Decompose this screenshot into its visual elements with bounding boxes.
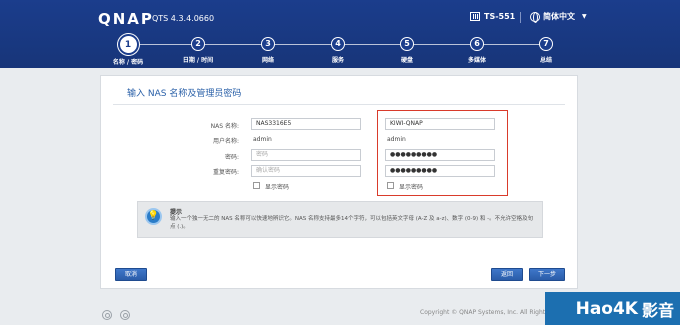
show-password-checkbox[interactable] bbox=[253, 182, 260, 189]
username-label: 用户名称: bbox=[212, 138, 239, 145]
step-label: 硬盘 bbox=[400, 57, 413, 64]
step-number: 4 bbox=[331, 37, 345, 51]
firmware-version: QTS 4.3.4.0660 bbox=[152, 14, 215, 23]
step-1: 1 名称 / 密码 bbox=[98, 36, 158, 66]
model-name: TS-551 bbox=[484, 12, 516, 21]
step-label: 服务 bbox=[331, 57, 344, 64]
chevron-down-icon: ▼ bbox=[582, 13, 587, 20]
qnap-logo: QNAP bbox=[98, 10, 154, 28]
password-label: 密码: bbox=[224, 154, 239, 161]
nas-name-label: NAS 名称: bbox=[210, 123, 239, 130]
tip-text: 输入一个独一无二的 NAS 名称可以快速地辨识它。NAS 名称支持最多14个字符… bbox=[170, 216, 534, 230]
tip-box: 💡 提示 输入一个独一无二的 NAS 名称可以快速地辨识它。NAS 名称支持最多… bbox=[137, 201, 543, 238]
header-divider bbox=[520, 12, 521, 23]
step-number: 2 bbox=[191, 37, 205, 51]
nas-device-icon bbox=[470, 12, 480, 21]
title-divider bbox=[113, 104, 565, 105]
step-3: 3 网络 bbox=[238, 36, 298, 64]
setup-card: 输入 NAS 名称及管理员密码 NAS 名称: 用户名称: 密码: 重复密码: … bbox=[100, 75, 578, 289]
confirm-password-field-filled[interactable]: ●●●●●●●●● bbox=[385, 165, 495, 177]
wizard-steps: 1 名称 / 密码 2 日期 / 时间 3 网络 4 服务 5 硬盘 6 多媒体… bbox=[0, 36, 680, 68]
cancel-button[interactable]: 取消 bbox=[115, 268, 147, 281]
step-number: 7 bbox=[539, 37, 553, 51]
step-label: 日期 / 时间 bbox=[182, 57, 214, 64]
show-password-label-right: 显示密码 bbox=[399, 184, 424, 191]
lightbulb-icon: 💡 bbox=[145, 208, 162, 225]
show-password-label: 显示密码 bbox=[265, 184, 290, 191]
language-label: 简体中文 bbox=[543, 12, 575, 21]
step-2: 2 日期 / 时间 bbox=[168, 36, 228, 64]
step-number: 1 bbox=[119, 36, 137, 53]
nas-name-field[interactable]: NAS3316E5 bbox=[251, 118, 361, 130]
help-icon[interactable] bbox=[120, 310, 130, 320]
step-label: 名称 / 密码 bbox=[112, 59, 144, 66]
confirm-password-field[interactable]: 确认密码 bbox=[251, 165, 361, 177]
model-indicator: TS-551 bbox=[470, 12, 515, 21]
back-button[interactable]: 返回 bbox=[491, 268, 523, 281]
globe-icon bbox=[530, 11, 540, 23]
next-button[interactable]: 下一步 bbox=[529, 268, 565, 281]
show-password-checkbox-right[interactable] bbox=[387, 182, 394, 189]
step-number: 6 bbox=[470, 37, 484, 51]
settings-icon[interactable] bbox=[102, 310, 112, 320]
step-6: 6 多媒体 bbox=[447, 36, 507, 64]
step-label: 网络 bbox=[261, 57, 274, 64]
nas-name-field-filled[interactable]: KIWI-QNAP bbox=[385, 118, 495, 130]
password-field[interactable]: 密码 bbox=[251, 149, 361, 161]
username-value-right: admin bbox=[387, 136, 406, 143]
step-number: 3 bbox=[261, 37, 275, 51]
language-selector[interactable]: 简体中文 ▼ bbox=[530, 11, 587, 23]
page-title: 输入 NAS 名称及管理员密码 bbox=[127, 89, 242, 99]
watermark-side: 影音 bbox=[641, 300, 674, 320]
step-number: 5 bbox=[400, 37, 414, 51]
step-4: 4 服务 bbox=[308, 36, 368, 64]
step-label: 总结 bbox=[539, 57, 552, 64]
step-5: 5 硬盘 bbox=[377, 36, 437, 64]
watermark: Hao4K 影音 bbox=[545, 292, 680, 325]
step-7: 7 总结 bbox=[516, 36, 576, 64]
username-value: admin bbox=[253, 136, 272, 143]
watermark-main: Hao4K bbox=[575, 298, 638, 319]
step-label: 多媒体 bbox=[467, 57, 486, 64]
confirm-password-label: 重复密码: bbox=[212, 169, 239, 176]
password-field-filled[interactable]: ●●●●●●●●● bbox=[385, 149, 495, 161]
